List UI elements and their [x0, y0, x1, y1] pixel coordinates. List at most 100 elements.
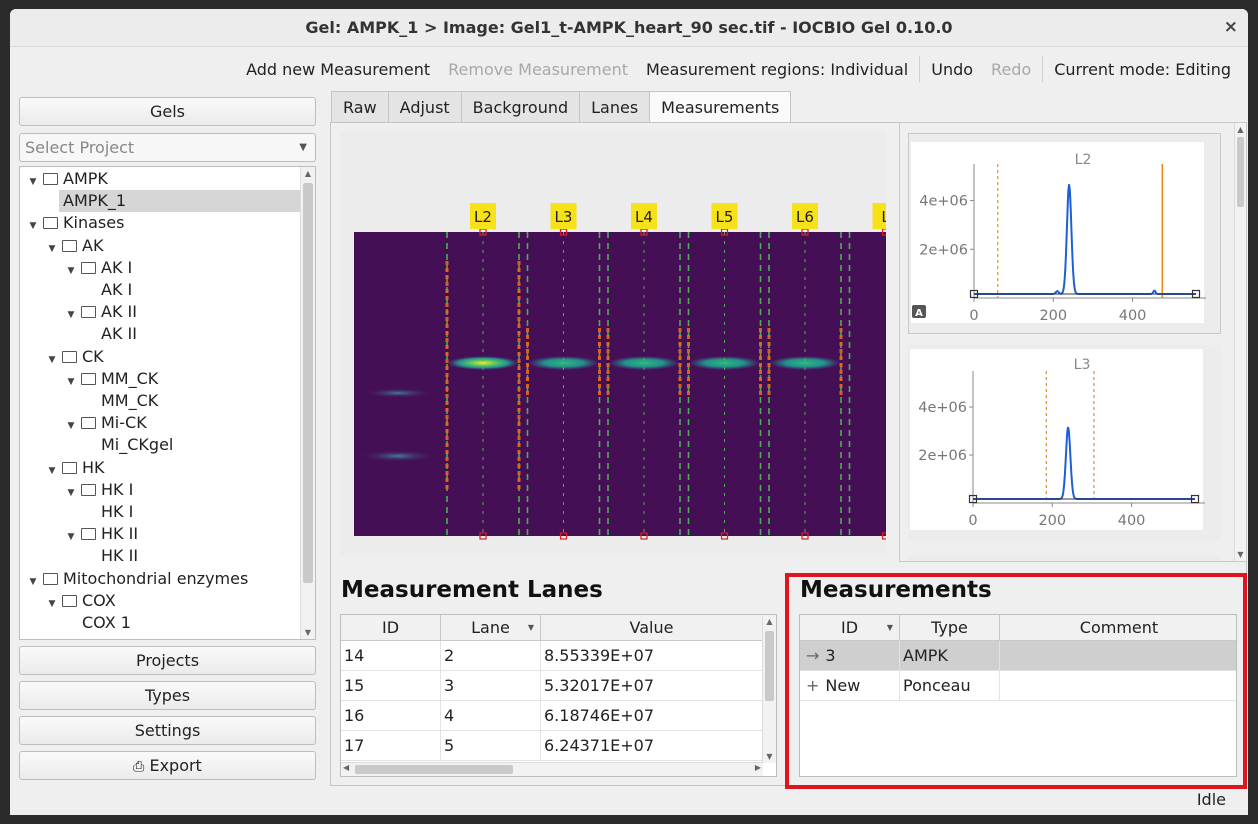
lane-label: L2 [474, 208, 492, 226]
lanes-table-vscroll-thumb[interactable] [765, 631, 774, 701]
tree-folder[interactable]: ▼ AK II [64, 301, 137, 323]
projects-button[interactable]: Projects [19, 646, 316, 675]
profile-plot-frame [908, 555, 1221, 561]
table-cell: 5 [441, 731, 541, 761]
column-header-id[interactable]: ID [341, 615, 441, 641]
tree-folder[interactable]: ▼ AK [45, 235, 104, 260]
expand-arrow-icon[interactable]: ▼ [26, 171, 40, 193]
project-select[interactable]: Select Project ▼ [19, 133, 316, 162]
profile-plot-l2[interactable]: L2 2e+06 4e+06 0 200 400 A [909, 134, 1222, 335]
expand-arrow-icon[interactable]: ▼ [64, 526, 78, 548]
tree-item[interactable]: HK II [97, 545, 138, 567]
gel-image-view[interactable]: L2 L3 L4 L5 L6 L [340, 131, 886, 555]
tab-background[interactable]: Background [460, 91, 581, 123]
tree-label: AK II [101, 324, 137, 344]
undo-button[interactable]: Undo [922, 60, 982, 79]
tree-folder[interactable]: ▼ COX [45, 590, 116, 612]
export-button[interactable]: ⎙ Export [19, 751, 316, 780]
measurement-regions-button[interactable]: Measurement regions: Individual [637, 60, 917, 79]
tree-item[interactable]: AK I [97, 279, 132, 301]
settings-button[interactable]: Settings [19, 716, 316, 745]
lanes-table-hscroll-thumb[interactable] [355, 765, 513, 774]
scroll-up-icon[interactable]: ▲ [301, 169, 315, 178]
tab-raw[interactable]: Raw [331, 91, 389, 123]
scroll-up-icon[interactable]: ▲ [763, 617, 776, 626]
expand-arrow-icon[interactable]: ▼ [64, 260, 78, 282]
column-header-value[interactable]: Value [541, 615, 763, 641]
tab-lanes[interactable]: Lanes [579, 91, 651, 123]
table-cell: 17 [341, 731, 441, 761]
tree-folder[interactable]: ▼ AK I [64, 257, 133, 282]
tree-folder[interactable]: ▼ Mitochondrial enzymes [26, 568, 249, 593]
expand-arrow-icon[interactable]: ▼ [45, 349, 59, 371]
measurement-lanes-table[interactable]: ID Lane ▼ Value 14 2 8.55339E+07 15 3 5.32017… [340, 614, 777, 777]
tree-scrollbar-thumb[interactable] [303, 183, 313, 583]
column-header-lane[interactable]: Lane ▼ [441, 615, 541, 641]
auto-range-label: A [915, 308, 923, 319]
scroll-down-icon[interactable]: ▼ [301, 628, 315, 637]
expand-arrow-icon[interactable]: ▼ [45, 460, 59, 482]
scroll-left-icon[interactable]: ◀ [343, 763, 349, 772]
tree-folder[interactable]: ▼ CK [45, 346, 104, 368]
table-row[interactable]: 14 2 8.55339E+07 [341, 641, 763, 671]
tree-item[interactable]: COX 1 [78, 612, 131, 634]
tree-scrollbar[interactable]: ▲ ▼ [300, 167, 315, 639]
gel-tree[interactable]: ▼ AMPK AMPK_1 ▼ Kinases ▼ AK ▼ AK I AK I ▼ AK II AK … [19, 166, 316, 640]
table-cell: 16 [341, 701, 441, 731]
types-button[interactable]: Types [19, 681, 316, 710]
tree-item[interactable]: AK II [97, 323, 137, 345]
table-cell: 6.18746E+07 [541, 701, 763, 731]
lane-profile-plots[interactable]: L2 2e+06 4e+06 0 200 400 A L3 2e+06 4e+06 0 200 400… [899, 122, 1247, 562]
gel-image-canvas[interactable]: L2 L3 L4 L5 L6 L [340, 131, 886, 555]
tree-folder[interactable]: ▼ AMPK [26, 168, 108, 190]
close-icon[interactable]: × [1224, 9, 1238, 46]
app-window: Gel: AMPK_1 > Image: Gel1_t-AMPK_heart_9… [10, 9, 1248, 815]
tab-adjust[interactable]: Adjust [387, 91, 462, 123]
add-measurement-button[interactable]: Add new Measurement [237, 60, 439, 79]
lane-label: L [881, 208, 886, 226]
tree-label: AMPK [63, 169, 108, 188]
gels-button[interactable]: Gels [19, 97, 316, 126]
plots-scrollbar[interactable]: ▲ ▼ [1234, 123, 1246, 561]
tree-item[interactable]: Mi_CKgel [97, 434, 173, 456]
table-row[interactable]: 17 5 6.24371E+07 [341, 731, 763, 761]
expand-arrow-icon[interactable]: ▼ [45, 238, 59, 260]
remove-measurement-button[interactable]: Remove Measurement [439, 60, 637, 79]
expand-arrow-icon[interactable]: ▼ [64, 415, 78, 437]
table-cell: 4 [441, 701, 541, 731]
tree-folder[interactable]: ▼ Kinases [26, 212, 125, 237]
lanes-table-vscroll[interactable]: ▲ ▼ [762, 615, 776, 763]
tree-label: AK I [101, 257, 133, 277]
tree-folder[interactable]: ▼ HK I [64, 479, 134, 504]
lane-label: L6 [796, 208, 814, 226]
tree-folder[interactable]: ▼ HK [45, 457, 105, 479]
scroll-right-icon[interactable]: ▶ [755, 763, 761, 772]
current-mode-button[interactable]: Current mode: Editing [1045, 60, 1240, 79]
expand-arrow-icon[interactable]: ▼ [26, 571, 40, 593]
tree-folder[interactable]: ▼ HK II [64, 523, 139, 548]
redo-button[interactable]: Redo [982, 60, 1040, 79]
lanes-table-hscroll[interactable]: ◀ ▶ [341, 762, 763, 776]
table-cell: 5.32017E+07 [541, 671, 763, 701]
tree-item[interactable]: HK I [97, 501, 133, 523]
expand-arrow-icon[interactable]: ▼ [64, 482, 78, 504]
tree-folder[interactable]: ▼ Mi-CK [64, 412, 147, 434]
tab-measurements[interactable]: Measurements [649, 91, 792, 124]
project-select-placeholder: Select Project [25, 138, 135, 157]
expand-arrow-icon[interactable]: ▼ [26, 215, 40, 237]
expand-arrow-icon[interactable]: ▼ [45, 593, 59, 615]
scroll-down-icon[interactable]: ▼ [763, 752, 776, 761]
table-row[interactable]: 15 3 5.32017E+07 [341, 671, 763, 701]
tree-item[interactable]: MM_CK [97, 390, 158, 412]
profile-plot-l3[interactable]: L3 2e+06 4e+06 0 200 400 [908, 345, 1221, 541]
expand-arrow-icon[interactable]: ▼ [64, 304, 78, 326]
export-label: Export [149, 756, 202, 775]
expand-arrow-icon[interactable]: ▼ [64, 371, 78, 393]
gel-image-background [354, 232, 886, 536]
plots-scrollbar-thumb[interactable] [1237, 137, 1244, 207]
tree-item[interactable]: AMPK_1 [59, 190, 300, 213]
scroll-down-icon[interactable]: ▼ [1235, 550, 1246, 559]
table-row[interactable]: 16 4 6.18746E+07 [341, 701, 763, 731]
scroll-up-icon[interactable]: ▲ [1235, 125, 1246, 134]
tree-folder[interactable]: ▼ MM_CK [64, 368, 159, 393]
